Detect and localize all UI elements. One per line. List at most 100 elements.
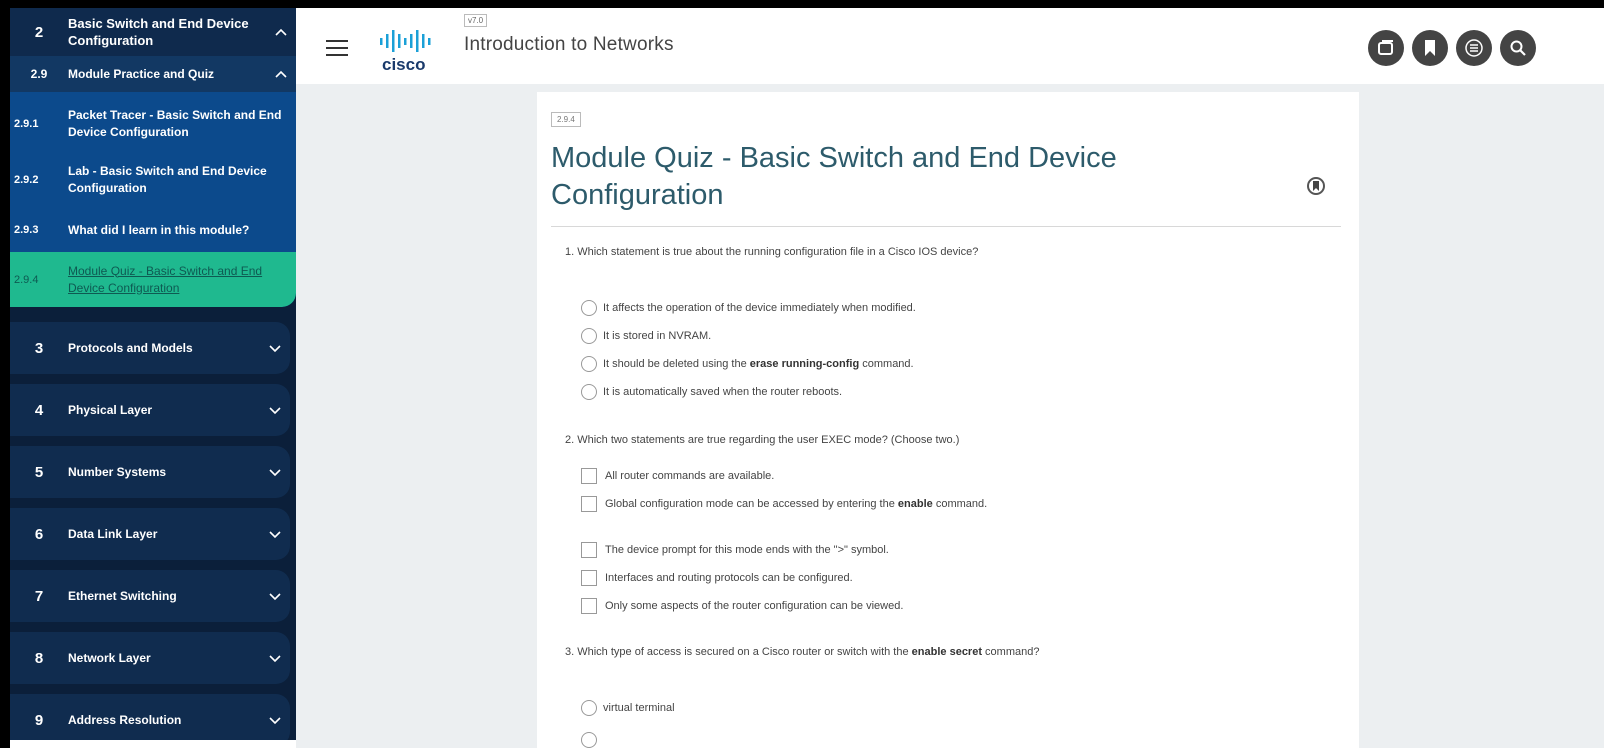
- checkbox[interactable]: [581, 598, 597, 614]
- bookmark-button[interactable]: [1412, 30, 1448, 66]
- q2-option-4[interactable]: Interfaces and routing protocols can be …: [581, 570, 853, 586]
- list-icon: [1465, 39, 1483, 57]
- module-number: 6: [34, 525, 44, 543]
- sidebar-section-2-9[interactable]: 2.9 Module Practice and Quiz: [10, 56, 296, 92]
- subitem-label: What did I learn in this module?: [68, 222, 250, 237]
- outline-button[interactable]: [1456, 30, 1492, 66]
- page-title: Module Quiz - Basic Switch and End Devic…: [551, 142, 1117, 211]
- logo-wordmark: cisco: [382, 55, 425, 74]
- chevron-up-icon[interactable]: [266, 67, 296, 82]
- chevron-down-icon[interactable]: [260, 527, 290, 542]
- course-title: Introduction to Networks: [464, 34, 674, 55]
- q1-option-3[interactable]: It should be deleted using the erase run…: [581, 356, 914, 372]
- radio-button[interactable]: [581, 700, 597, 716]
- sidebar-module-9[interactable]: 9 Address Resolution: [10, 694, 290, 746]
- subitem-number: 2.9.2: [14, 174, 39, 186]
- q2-option-3[interactable]: The device prompt for this mode ends wit…: [581, 542, 889, 558]
- sidebar: 2 Basic Switch and End Device Configurat…: [10, 8, 296, 748]
- sidebar-module-3[interactable]: 3 Protocols and Models: [10, 322, 290, 374]
- subitem-number: 2.9.4: [14, 273, 39, 286]
- bookmark-icon: [1425, 40, 1435, 56]
- radio-button[interactable]: [581, 384, 597, 400]
- sidebar-module-7[interactable]: 7 Ethernet Switching: [10, 570, 290, 622]
- subitem-number: 2.9.1: [14, 118, 39, 130]
- subitem-label: Module Quiz - Basic Switch and End Devic…: [68, 263, 263, 295]
- sidebar-module-6[interactable]: 6 Data Link Layer: [10, 508, 290, 560]
- checkbox[interactable]: [581, 542, 597, 558]
- sidebar-module-8[interactable]: 8 Network Layer: [10, 632, 290, 684]
- search-icon: [1510, 40, 1526, 56]
- q3-option-2-partial[interactable]: [581, 732, 603, 748]
- checkbox[interactable]: [581, 570, 597, 586]
- radio-button[interactable]: [581, 732, 597, 748]
- q2-option-5[interactable]: Only some aspects of the router configur…: [581, 598, 903, 614]
- q1-option-4[interactable]: It is automatically saved when the route…: [581, 384, 842, 400]
- option-label: It is stored in NVRAM.: [603, 330, 712, 342]
- option-label: Only some aspects of the router configur…: [605, 600, 904, 612]
- chevron-down-icon[interactable]: [260, 651, 290, 666]
- section-number: 2.9: [30, 67, 48, 81]
- q3-option-1[interactable]: virtual terminal: [581, 700, 675, 716]
- option-label: It affects the operation of the device i…: [603, 302, 916, 314]
- subitem-label: Lab - Basic Switch and End Device Config…: [68, 164, 267, 195]
- option-label: It is automatically saved when the route…: [603, 386, 843, 398]
- copy-button[interactable]: [1368, 30, 1404, 66]
- subitem-label: Packet Tracer - Basic Switch and End Dev…: [68, 108, 282, 139]
- q1-option-2[interactable]: It is stored in NVRAM.: [581, 328, 711, 344]
- question-3-text: 3. Which type of access is secured on a …: [565, 646, 1040, 658]
- radio-button[interactable]: [581, 328, 597, 344]
- question-1-text: 1. Which statement is true about the run…: [565, 246, 979, 258]
- section-subitems: 2.9.1 Packet Tracer - Basic Switch and E…: [10, 92, 296, 307]
- checkbox[interactable]: [581, 468, 597, 484]
- sidebar-item-2-9-1[interactable]: 2.9.1 Packet Tracer - Basic Switch and E…: [10, 100, 296, 148]
- q2-option-1[interactable]: All router commands are available.: [581, 468, 774, 484]
- module-label: Number Systems: [68, 464, 167, 479]
- q2-option-2[interactable]: Global configuration mode can be accesse…: [581, 496, 1041, 512]
- sidebar-item-2-9-2[interactable]: 2.9.2 Lab - Basic Switch and End Device …: [10, 156, 296, 204]
- sidebar-item-2-9-3[interactable]: 2.9.3 What did I learn in this module?: [10, 212, 296, 248]
- radio-button[interactable]: [581, 300, 597, 316]
- sidebar-item-2-9-4-active[interactable]: 2.9.4 Module Quiz - Basic Switch and End…: [10, 252, 296, 307]
- chevron-down-icon[interactable]: [260, 403, 290, 418]
- checkbox[interactable]: [581, 496, 597, 512]
- radio-button[interactable]: [581, 356, 597, 372]
- divider: [551, 226, 1341, 227]
- right-gutter: [1359, 84, 1604, 748]
- module-number: 7: [34, 587, 44, 605]
- module-label: Ethernet Switching: [68, 588, 177, 603]
- chevron-down-icon[interactable]: [260, 341, 290, 356]
- sidebar-chapter-2[interactable]: 2 Basic Switch and End Device Configurat…: [10, 8, 296, 56]
- chevron-up-icon[interactable]: [266, 25, 296, 40]
- app-header: cisco v7.0 Introduction to Networks: [296, 8, 1604, 84]
- question-2-text: 2. Which two statements are true regardi…: [565, 434, 960, 446]
- sidebar-module-4[interactable]: 4 Physical Layer: [10, 384, 290, 436]
- option-label: It should be deleted using the erase run…: [603, 358, 914, 370]
- sidebar-module-5[interactable]: 5 Number Systems: [10, 446, 290, 498]
- cisco-logo: cisco: [376, 26, 436, 76]
- q1-option-1[interactable]: It affects the operation of the device i…: [581, 300, 916, 316]
- hamburger-menu-icon[interactable]: [326, 40, 348, 56]
- chapter-label: Basic Switch and End Device Configuratio…: [68, 16, 249, 48]
- module-number: 4: [34, 401, 44, 419]
- module-number: 3: [34, 339, 44, 357]
- module-label: Data Link Layer: [68, 526, 158, 541]
- content-card: 2.9.4 Module Quiz - Basic Switch and End…: [537, 92, 1359, 748]
- topic-bookmark-icon[interactable]: [1307, 177, 1325, 195]
- option-label: The device prompt for this mode ends wit…: [605, 544, 889, 556]
- option-label: All router commands are available.: [605, 470, 775, 482]
- module-number: 5: [34, 463, 44, 481]
- search-button[interactable]: [1500, 30, 1536, 66]
- module-label: Network Layer: [68, 650, 151, 665]
- section-label: Module Practice and Quiz: [68, 66, 215, 81]
- subitem-number: 2.9.3: [14, 224, 39, 236]
- option-label: virtual terminal: [603, 702, 675, 714]
- sidebar-footer: [10, 740, 296, 748]
- chapter-number: 2: [34, 23, 44, 41]
- chevron-down-icon[interactable]: [260, 713, 290, 728]
- copy-icon: [1378, 40, 1393, 55]
- module-label: Physical Layer: [68, 402, 153, 417]
- chevron-down-icon[interactable]: [260, 465, 290, 480]
- version-badge: v7.0: [464, 14, 488, 27]
- chevron-down-icon[interactable]: [260, 589, 290, 604]
- module-number: 8: [34, 649, 44, 667]
